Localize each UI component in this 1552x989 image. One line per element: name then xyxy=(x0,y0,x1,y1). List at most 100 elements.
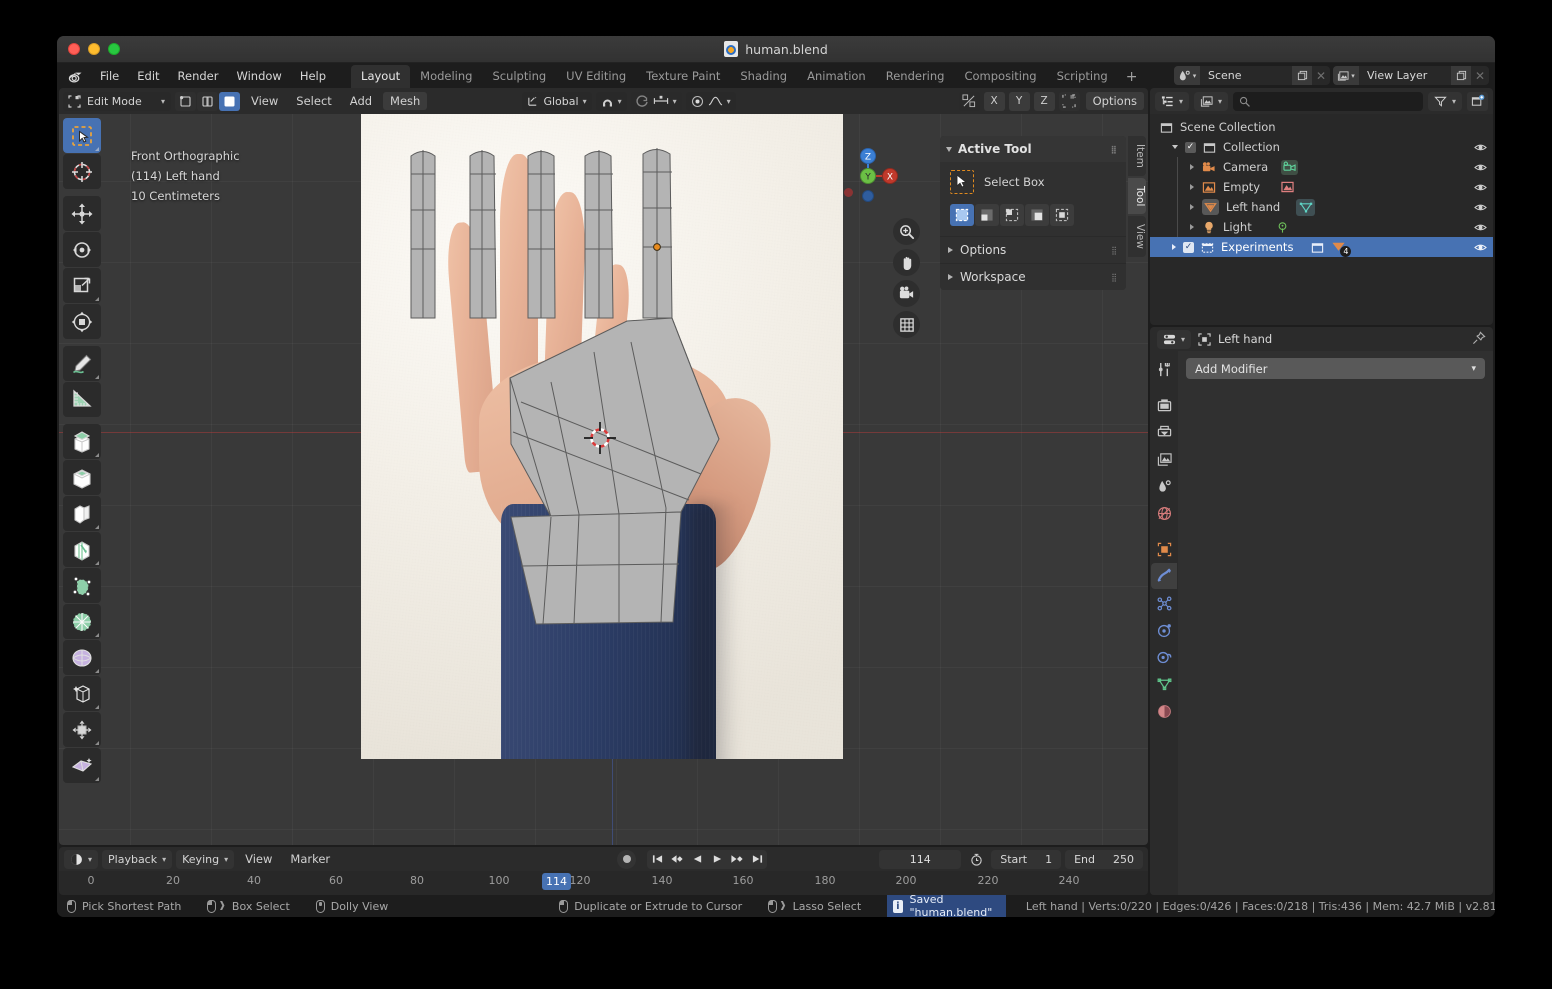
workspace-tab-rendering[interactable]: Rendering xyxy=(876,65,955,88)
properties-tab-tool[interactable] xyxy=(1151,356,1177,382)
workspace-tab-shading[interactable]: Shading xyxy=(730,65,797,88)
transform-orientation-selector[interactable]: Global ▾ xyxy=(522,91,592,111)
hide-in-viewport-icon[interactable] xyxy=(1473,202,1487,213)
image-data-icon[interactable] xyxy=(1279,180,1296,195)
poly-build-tool-button[interactable] xyxy=(63,604,101,639)
current-frame-field[interactable]: 114 xyxy=(879,849,962,869)
proportional-editing-group[interactable]: ▾ xyxy=(630,91,682,111)
expand-arrow-icon[interactable] xyxy=(1172,244,1176,250)
window-controls[interactable] xyxy=(68,43,120,55)
edge-select-button[interactable] xyxy=(197,91,218,111)
inset-faces-tool-button[interactable] xyxy=(63,460,101,495)
mirror-y-button[interactable]: Y xyxy=(1008,91,1030,111)
move-tool-button[interactable] xyxy=(63,196,101,231)
outliner-row-light[interactable]: Light xyxy=(1150,217,1493,237)
properties-tab-output[interactable] xyxy=(1151,419,1177,445)
mirror-z-button[interactable]: Z xyxy=(1033,91,1055,111)
navigation-gizmo[interactable]: Z X Y xyxy=(846,144,906,204)
rotate-tool-button[interactable] xyxy=(63,232,101,267)
mirror-x-button[interactable]: X xyxy=(983,91,1005,111)
properties-editor-type-selector[interactable]: ▾ xyxy=(1157,329,1192,349)
mode-selector[interactable]: Edit Mode ▾ xyxy=(63,91,171,111)
editor-type-selector[interactable]: ▾ xyxy=(64,849,99,869)
mesh-data-icon[interactable] xyxy=(1296,198,1316,216)
workspace-tab-sculpting[interactable]: Sculpting xyxy=(482,65,556,88)
face-select-button[interactable] xyxy=(219,91,240,111)
occlude-geometry-button[interactable] xyxy=(1058,91,1080,111)
move-view-button[interactable] xyxy=(893,249,920,276)
properties-tab-constraints[interactable] xyxy=(1151,644,1177,670)
add-modifier-dropdown[interactable]: Add Modifier ▾ xyxy=(1186,358,1485,379)
frame-start-field[interactable]: Start 1 xyxy=(991,849,1062,869)
viewport-menu-mesh[interactable]: Mesh xyxy=(383,92,428,110)
expand-arrow-icon[interactable] xyxy=(1190,184,1194,190)
workspace-tab-texture-paint[interactable]: Texture Paint xyxy=(636,65,730,88)
outliner-editor-type-selector[interactable]: ▾ xyxy=(1155,91,1190,111)
workspace-tab-modeling[interactable]: Modeling xyxy=(410,65,482,88)
menu-help[interactable]: Help xyxy=(291,66,335,86)
select-extend-button[interactable] xyxy=(975,204,999,226)
menu-file[interactable]: File xyxy=(91,66,128,86)
close-button[interactable] xyxy=(68,43,80,55)
remove-scene-button[interactable]: ✕ xyxy=(1312,69,1330,83)
view-layer-selector[interactable]: ▾ View Layer ✕ xyxy=(1333,66,1489,85)
properties-tab-world[interactable] xyxy=(1151,500,1177,526)
zoom-view-button[interactable] xyxy=(893,218,920,245)
jump-to-end-button[interactable] xyxy=(747,850,767,869)
cursor-tool-button[interactable] xyxy=(63,154,101,189)
outliner-search-input[interactable] xyxy=(1233,91,1423,111)
select-set-button[interactable] xyxy=(950,204,974,226)
menu-edit[interactable]: Edit xyxy=(128,66,168,86)
hide-in-viewport-icon[interactable] xyxy=(1473,182,1487,193)
properties-tab-particles[interactable] xyxy=(1151,590,1177,616)
options-section-header[interactable]: Options ⣿ xyxy=(940,236,1126,263)
properties-tab-modifier[interactable] xyxy=(1151,563,1177,589)
auto-keying-button[interactable] xyxy=(617,849,637,869)
outliner-filter-button[interactable]: ▾ xyxy=(1427,91,1462,111)
workspace-section-header[interactable]: Workspace ⣿ xyxy=(940,263,1126,290)
use-preview-range-button[interactable] xyxy=(965,850,987,869)
menu-window[interactable]: Window xyxy=(227,66,290,86)
new-scene-button[interactable] xyxy=(1292,66,1312,85)
timeline-menu-view[interactable]: View xyxy=(238,850,279,868)
add-workspace-button[interactable]: + xyxy=(1118,66,1146,88)
viewport-menu-add[interactable]: Add xyxy=(343,92,379,110)
properties-tab-scene[interactable] xyxy=(1151,473,1177,499)
maximize-button[interactable] xyxy=(108,43,120,55)
workspace-tab-compositing[interactable]: Compositing xyxy=(954,65,1046,88)
workspace-tab-scripting[interactable]: Scripting xyxy=(1047,65,1118,88)
jump-to-prev-keyframe-button[interactable] xyxy=(667,850,687,869)
play-button[interactable] xyxy=(707,850,727,869)
tweak-tool-button[interactable] xyxy=(63,118,101,153)
workspace-tab-layout[interactable]: Layout xyxy=(351,65,411,88)
expand-arrow-icon[interactable] xyxy=(1172,145,1178,149)
camera-view-button[interactable] xyxy=(893,280,920,307)
viewport-menu-select[interactable]: Select xyxy=(289,92,338,110)
outliner-row-empty[interactable]: Empty xyxy=(1150,177,1493,197)
smooth-tool-button[interactable] xyxy=(63,676,101,711)
outliner-row-experiments[interactable]: ✓ Experiments 4 xyxy=(1150,237,1493,257)
properties-tab-object[interactable] xyxy=(1151,536,1177,562)
jump-to-start-button[interactable] xyxy=(647,850,667,869)
properties-tab-physics[interactable] xyxy=(1151,617,1177,643)
outliner-row-scene-collection[interactable]: Scene Collection xyxy=(1150,117,1493,137)
timeline-ruler[interactable]: 0 20 40 60 80 100 120 140 160 180 200 22… xyxy=(59,871,1148,895)
menu-render[interactable]: Render xyxy=(169,66,228,86)
remove-view-layer-button[interactable]: ✕ xyxy=(1471,69,1489,83)
pin-id-icon[interactable] xyxy=(1472,330,1486,348)
blender-logo-icon[interactable] xyxy=(67,67,85,85)
collection-checkbox[interactable]: ✓ xyxy=(1185,141,1196,153)
measure-tool-button[interactable] xyxy=(63,382,101,417)
properties-tab-material[interactable] xyxy=(1151,698,1177,724)
expand-arrow-icon[interactable] xyxy=(1190,164,1194,170)
transform-tool-button[interactable] xyxy=(63,304,101,339)
proportional-falloff-group[interactable]: ▾ xyxy=(685,91,736,111)
edge-slide-tool-button[interactable] xyxy=(63,712,101,747)
new-collection-button[interactable] xyxy=(1467,91,1488,111)
hide-in-viewport-icon[interactable] xyxy=(1473,142,1487,153)
expand-arrow-icon[interactable] xyxy=(1190,204,1194,210)
select-subtract-button[interactable] xyxy=(1000,204,1024,226)
sidebar-tab-view[interactable]: View xyxy=(1128,216,1146,258)
play-reverse-button[interactable] xyxy=(687,850,707,869)
spin-tool-button[interactable] xyxy=(63,640,101,675)
